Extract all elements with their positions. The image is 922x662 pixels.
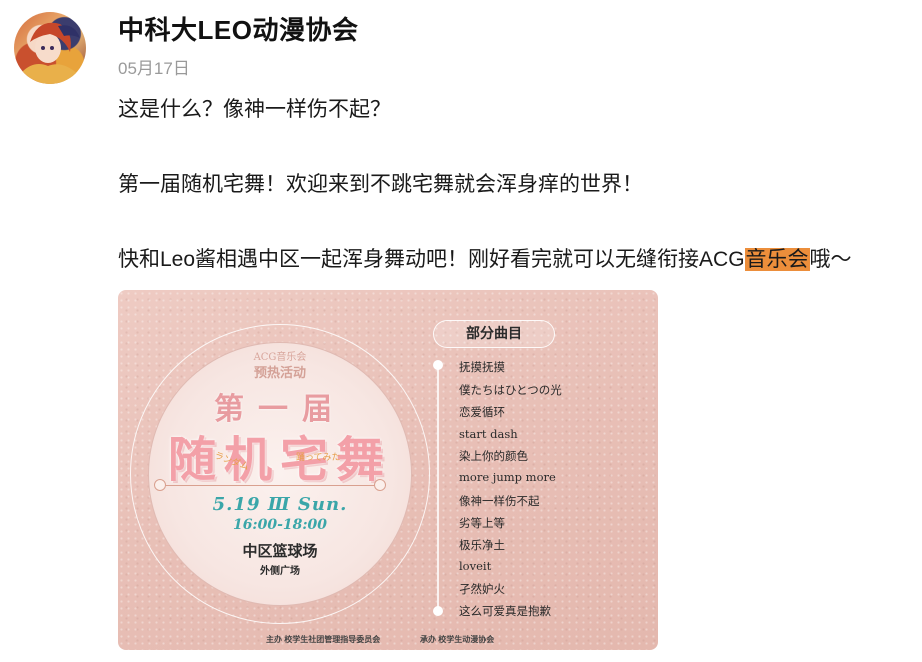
setlist-knob-top (433, 360, 443, 370)
setlist-song: 孑然妒火 (459, 582, 505, 596)
event-poster-image[interactable]: ACG音乐会 预热活动 第一届 随机宅舞 ランダム 踊ってみた 5.19 Ⅲ S… (118, 290, 658, 650)
poster-divider-dot (374, 479, 386, 491)
setlist-song: 劣等上等 (459, 516, 505, 530)
highlighted-keyword[interactable]: 音乐会 (744, 248, 810, 271)
setlist-song: 染上你的颜色 (459, 449, 528, 463)
poster-title: 随机宅舞 (167, 432, 392, 488)
poster-host: 主办 校学生社团管理指导委员会 (266, 635, 381, 644)
poster-divider (158, 485, 382, 486)
setlist-knob-bottom (433, 606, 443, 616)
setlist-song: 极乐净土 (459, 538, 505, 552)
setlist-song: 抚摸抚摸 (459, 360, 505, 374)
poster-time: 16:00-18:00 (232, 517, 328, 533)
poster-tag-dance: 踊ってみた (296, 453, 341, 463)
poster-date: 5.19 Ⅲ Sun. (212, 494, 348, 515)
post-text-segment: 快和Leo酱相遇中区一起浑身舞动吧！刚好看完就可以无缝衔接ACG (118, 248, 745, 271)
setlist-song: 像神一样伤不起 (459, 494, 540, 508)
setlist-song: 僕たちはひとつの光 (459, 383, 562, 397)
setlist-song: 这么可爱真是抱歉 (459, 604, 551, 618)
poster-preheat-label: 预热活动 (253, 366, 306, 381)
setlist-song: 恋爱循环 (459, 405, 505, 419)
post-text-segment: 哦～ (809, 248, 852, 271)
setlist-song: more jump more (459, 470, 556, 484)
author-avatar[interactable] (14, 12, 86, 84)
setlist-song: loveit (459, 559, 492, 573)
post-text-line: 第一届随机宅舞！欢迎来到不跳宅舞就会浑身痒的世界！ (118, 173, 643, 196)
setlist-track (437, 362, 439, 614)
poster-acg-label: ACG音乐会 (253, 352, 307, 363)
author-name[interactable]: 中科大LEO动漫协会 (118, 10, 358, 47)
setlist-song: start dash (459, 427, 518, 441)
poster-divider-dot (154, 479, 166, 491)
poster-venue: 中区篮球场 (242, 542, 318, 560)
post-text-line: 这是什么？像神一样伤不起？ (118, 98, 391, 121)
setlist-title: 部分曲目 (433, 320, 555, 348)
poster-organizer: 承办 校学生动漫协会 (420, 635, 495, 644)
poster-venue-sub: 外侧广场 (260, 566, 300, 577)
post-date: 05月17日 (118, 59, 190, 78)
avatar-illustration (22, 22, 80, 84)
post-text-line: 快和Leo酱相遇中区一起浑身舞动吧！刚好看完就可以无缝衔接ACG音乐会哦～ (118, 243, 852, 273)
